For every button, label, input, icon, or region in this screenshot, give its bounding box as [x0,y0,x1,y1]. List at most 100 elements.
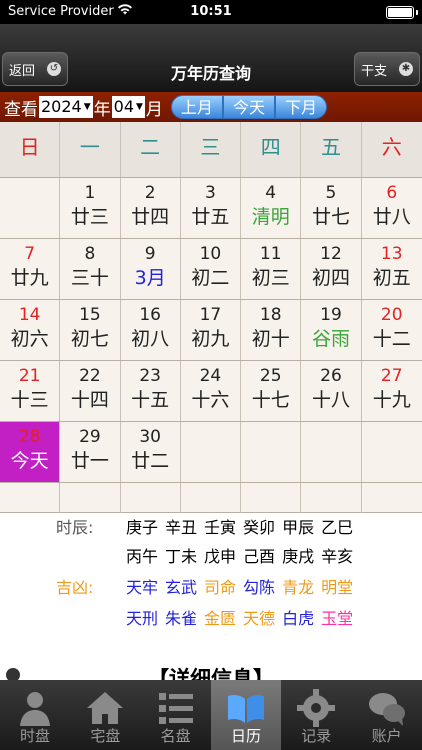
day-cell[interactable]: 25 十七 [241,361,302,421]
day-cell [60,483,121,513]
jixiong-list: 天牢 玄武 司命 勾陈 青龙 明堂 [126,573,360,603]
day-cell[interactable]: 23 十五 [121,361,181,421]
day-cell[interactable]: 3 廿五 [181,178,242,238]
day-cell [241,422,302,482]
solar-day: 25 [259,366,282,386]
year-select[interactable]: 2024 ▼ [39,96,93,118]
day-cell[interactable]: 21 十三 [0,361,61,421]
day-cell[interactable]: 14 初六 [0,300,61,360]
query-prefix: 查看 [4,99,38,120]
solar-day: 8 [84,244,96,264]
day-cell [362,483,422,513]
day-cell[interactable]: 26 十八 [301,361,362,421]
solar-day: 1 [84,183,96,203]
shichen-label: 时辰: [56,518,94,537]
day-cell[interactable]: 9 3月 [121,239,181,299]
tab-mingpan[interactable]: 名盘 [141,680,211,750]
day-cell[interactable]: 4 清明 [241,178,302,238]
lunar-day: 今天 [10,450,49,472]
solar-day: 19 [320,305,342,325]
lunar-day: 初六 [10,328,49,350]
tab-zhaipan[interactable]: 宅盘 [70,680,140,750]
weekday-wed: 三 [181,122,242,177]
solar-day: 16 [139,305,161,325]
jixiong-item: 司命 [204,578,237,597]
week-row: 21 十三 22 十四 23 十五 24 十六 25 十七 26 十八 27 十九 [0,360,422,421]
lunar-day: 3月 [134,267,166,289]
ganzhi-button[interactable]: 干支 ✱ [354,52,420,86]
day-cell[interactable]: 6 廿八 [362,178,422,238]
shichen-item: 己酉 [243,547,276,566]
day-cell[interactable]: 22 十四 [60,361,121,421]
day-cell[interactable]: 20 十二 [362,300,422,360]
day-cell[interactable]: 30 廿二 [121,422,181,482]
today-button[interactable]: 今天 [222,95,275,119]
day-cell[interactable]: 11 初三 [241,239,302,299]
lunar-day: 谷雨 [311,328,350,350]
tab-bar: 时盘 宅盘 名盘 日历 记录 账户 [0,680,422,750]
day-cell[interactable]: 10 初二 [181,239,242,299]
next-month-button[interactable]: 下月 [274,95,327,119]
month-select[interactable]: 04 ▼ [111,96,145,118]
solar-day: 5 [325,183,337,203]
tab-shipan[interactable]: 时盘 [0,680,70,750]
day-cell[interactable]: 5 廿七 [301,178,362,238]
jixiong-row: 吉凶: 天牢 玄武 司命 勾陈 青龙 明堂 [0,573,422,603]
tab-rili[interactable]: 日历 [210,680,282,750]
day-cell[interactable]: 2 廿四 [121,178,181,238]
day-cell[interactable]: 8 三十 [60,239,121,299]
day-cell[interactable]: 18 初十 [241,300,302,360]
week-row: 1 廿三 2 廿四 3 廿五 4 清明 5 廿七 6 廿八 [0,177,422,238]
day-cell[interactable]: 1 廿三 [60,178,121,238]
day-cell [0,178,61,238]
shichen-item: 丙午 [126,547,159,566]
day-cell[interactable]: 16 初八 [121,300,181,360]
clock: 10:51 [190,4,232,19]
solar-day: 4 [265,183,277,203]
day-cell [181,483,242,513]
solar-day [362,422,422,427]
month-calendar: 日 一 二 三 四 五 六 1 廿三 2 廿四 3 廿五 4 清明 5 廿七 6 廿八 7 廿九 8 三十 9 3… [0,122,422,513]
shichen-row: 丙午 丁未 戊申 己酉 庚戌 辛亥 [0,542,422,572]
lunar-day: 初四 [311,267,350,289]
lunar-day: 初七 [70,328,109,350]
solar-day: 11 [259,244,282,264]
day-cell[interactable]: 12 初四 [301,239,362,299]
lunar-day: 廿八 [372,206,411,228]
day-cell[interactable]: 7 廿九 [0,239,61,299]
weekday-fri: 五 [301,122,362,177]
month-nav-segment: 上月 今天 下月 [170,95,327,119]
shichen-item: 丁未 [165,547,198,566]
lunar-day: 十八 [311,389,350,411]
prev-month-button[interactable]: 上月 [170,95,223,119]
jixiong-item: 朱雀 [165,609,198,628]
day-cell[interactable]: 29 廿一 [60,422,121,482]
jixiong-list: 天刑 朱雀 金匮 天德 白虎 玉堂 [126,604,360,634]
day-cell[interactable]: 24 十六 [181,361,242,421]
lunar-day: 廿一 [70,450,109,472]
day-cell[interactable]: 15 初七 [60,300,121,360]
shichen-item: 庚戌 [282,547,315,566]
jixiong-item: 天刑 [126,609,159,628]
shichen-list: 庚子 辛丑 壬寅 癸卯 甲辰 乙巳 [126,513,360,543]
day-cell[interactable]: 13 初五 [362,239,422,299]
day-cell[interactable]: 19 谷雨 [301,300,362,360]
day-cell[interactable]: 17 初九 [181,300,242,360]
day-cell[interactable]: 28 今天 [0,422,61,482]
tab-zhanghu[interactable]: 账户 [352,680,422,750]
solar-day: 23 [139,366,161,386]
lunar-day: 十四 [70,389,109,411]
shichen-item: 甲辰 [282,518,315,537]
dropdown-arrow-icon: ▼ [136,102,143,112]
jixiong-item: 明堂 [321,578,354,597]
week-row [0,482,422,513]
solar-day: 6 [386,183,398,203]
solar-day [0,178,59,183]
solar-day: 10 [199,244,222,264]
year-value: 2024 [41,97,82,116]
lunar-day: 初五 [372,267,411,289]
day-cell[interactable]: 27 十九 [362,361,422,421]
tab-jilu[interactable]: 记录 [281,680,351,750]
solar-day: 26 [320,366,342,386]
weekday-header: 日 一 二 三 四 五 六 [0,122,422,177]
